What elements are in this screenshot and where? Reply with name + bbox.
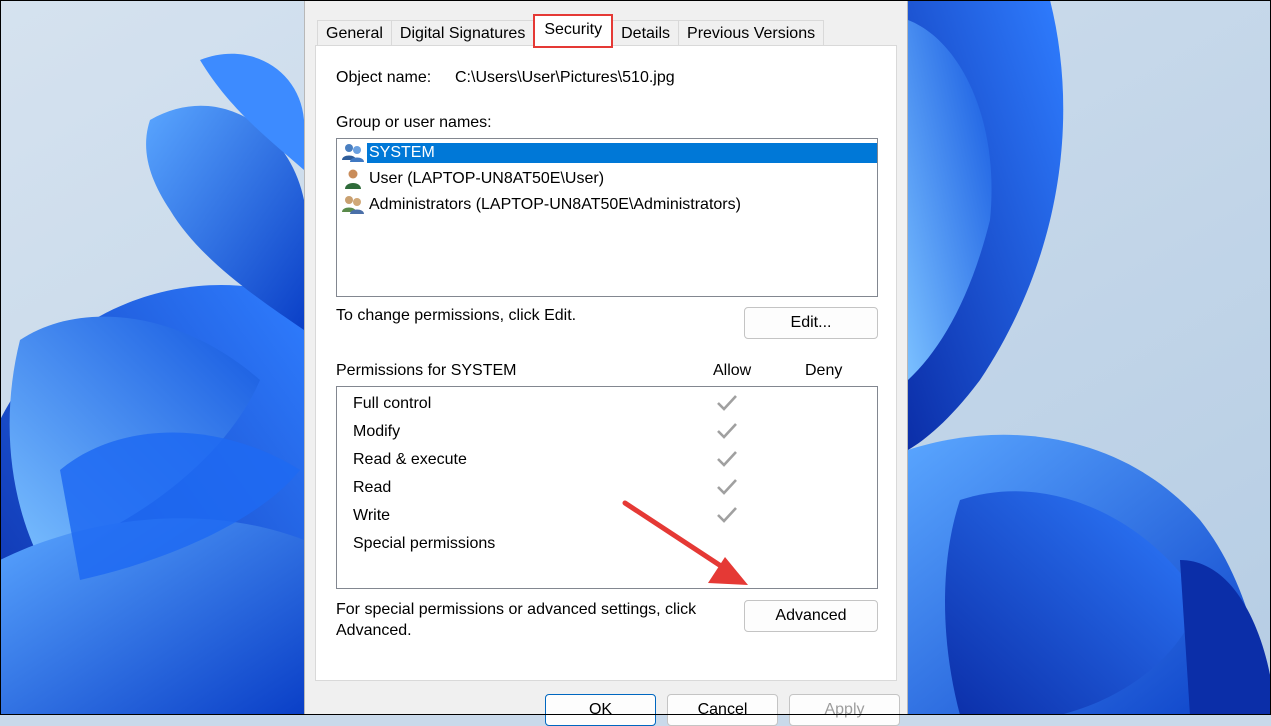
check-icon: [717, 479, 737, 495]
permissions-title: Permissions for SYSTEM: [336, 362, 517, 379]
permission-name: Write: [353, 507, 391, 524]
ok-button[interactable]: OK: [545, 694, 656, 726]
object-name-value: C:\Users\User\Pictures\510.jpg: [455, 69, 675, 86]
group-list-label: Group or user names:: [336, 114, 492, 131]
advanced-hint-line2: Advanced.: [336, 622, 412, 639]
tab-general[interactable]: General: [317, 20, 392, 45]
permission-row-special: Special permissions: [353, 529, 873, 557]
tab-bar: General Digital Signatures Security Deta…: [317, 14, 825, 48]
permission-row-write: Write: [353, 501, 873, 529]
list-item-label: Administrators (LAPTOP-UN8AT50E\Administ…: [369, 196, 741, 213]
list-item-label: User (LAPTOP-UN8AT50E\User): [369, 170, 605, 187]
check-icon: [717, 507, 737, 523]
list-item-label: SYSTEM: [367, 143, 877, 163]
system-group-icon: [342, 144, 364, 162]
check-icon: [717, 451, 737, 467]
security-panel: Object name: C:\Users\User\Pictures\510.…: [315, 45, 897, 681]
group-user-listbox[interactable]: SYSTEM User (LAPTOP-UN8AT50E\User) Admin…: [336, 138, 878, 297]
edit-hint: To change permissions, click Edit.: [336, 307, 577, 324]
check-icon: [717, 395, 737, 411]
advanced-hint-line1: For special permissions or advanced sett…: [336, 601, 697, 618]
list-item-system[interactable]: SYSTEM: [341, 141, 877, 165]
tab-details[interactable]: Details: [612, 20, 680, 45]
permission-row-modify: Modify: [353, 417, 873, 445]
permission-row-read-execute: Read & execute: [353, 445, 873, 473]
tab-security[interactable]: Security: [533, 14, 614, 48]
edit-button[interactable]: Edit...: [744, 307, 878, 339]
permission-name: Read: [353, 479, 392, 496]
list-item-user[interactable]: User (LAPTOP-UN8AT50E\User): [341, 167, 606, 191]
tab-previous-versions[interactable]: Previous Versions: [678, 20, 825, 45]
permission-name: Modify: [353, 423, 401, 440]
list-item-administrators[interactable]: Administrators (LAPTOP-UN8AT50E\Administ…: [341, 193, 743, 217]
advanced-button[interactable]: Advanced: [744, 600, 878, 632]
check-icon: [717, 423, 737, 439]
deny-column-header: Deny: [805, 362, 843, 379]
properties-dialog: General Digital Signatures Security Deta…: [304, 0, 908, 726]
user-icon: [345, 169, 361, 189]
permission-row-full-control: Full control: [353, 389, 873, 417]
apply-button[interactable]: Apply: [789, 694, 900, 726]
permission-name: Special permissions: [353, 535, 496, 552]
allow-column-header: Allow: [713, 362, 752, 379]
object-name-label: Object name:: [336, 69, 432, 86]
permission-name: Read & execute: [353, 451, 467, 468]
admin-group-icon: [342, 196, 364, 214]
cancel-button[interactable]: Cancel: [667, 694, 778, 726]
permissions-list: Full control Modify Read & execute Read …: [336, 386, 878, 589]
permission-row-read: Read: [353, 473, 873, 501]
tab-digital-signatures[interactable]: Digital Signatures: [390, 20, 535, 45]
permission-name: Full control: [353, 395, 432, 412]
